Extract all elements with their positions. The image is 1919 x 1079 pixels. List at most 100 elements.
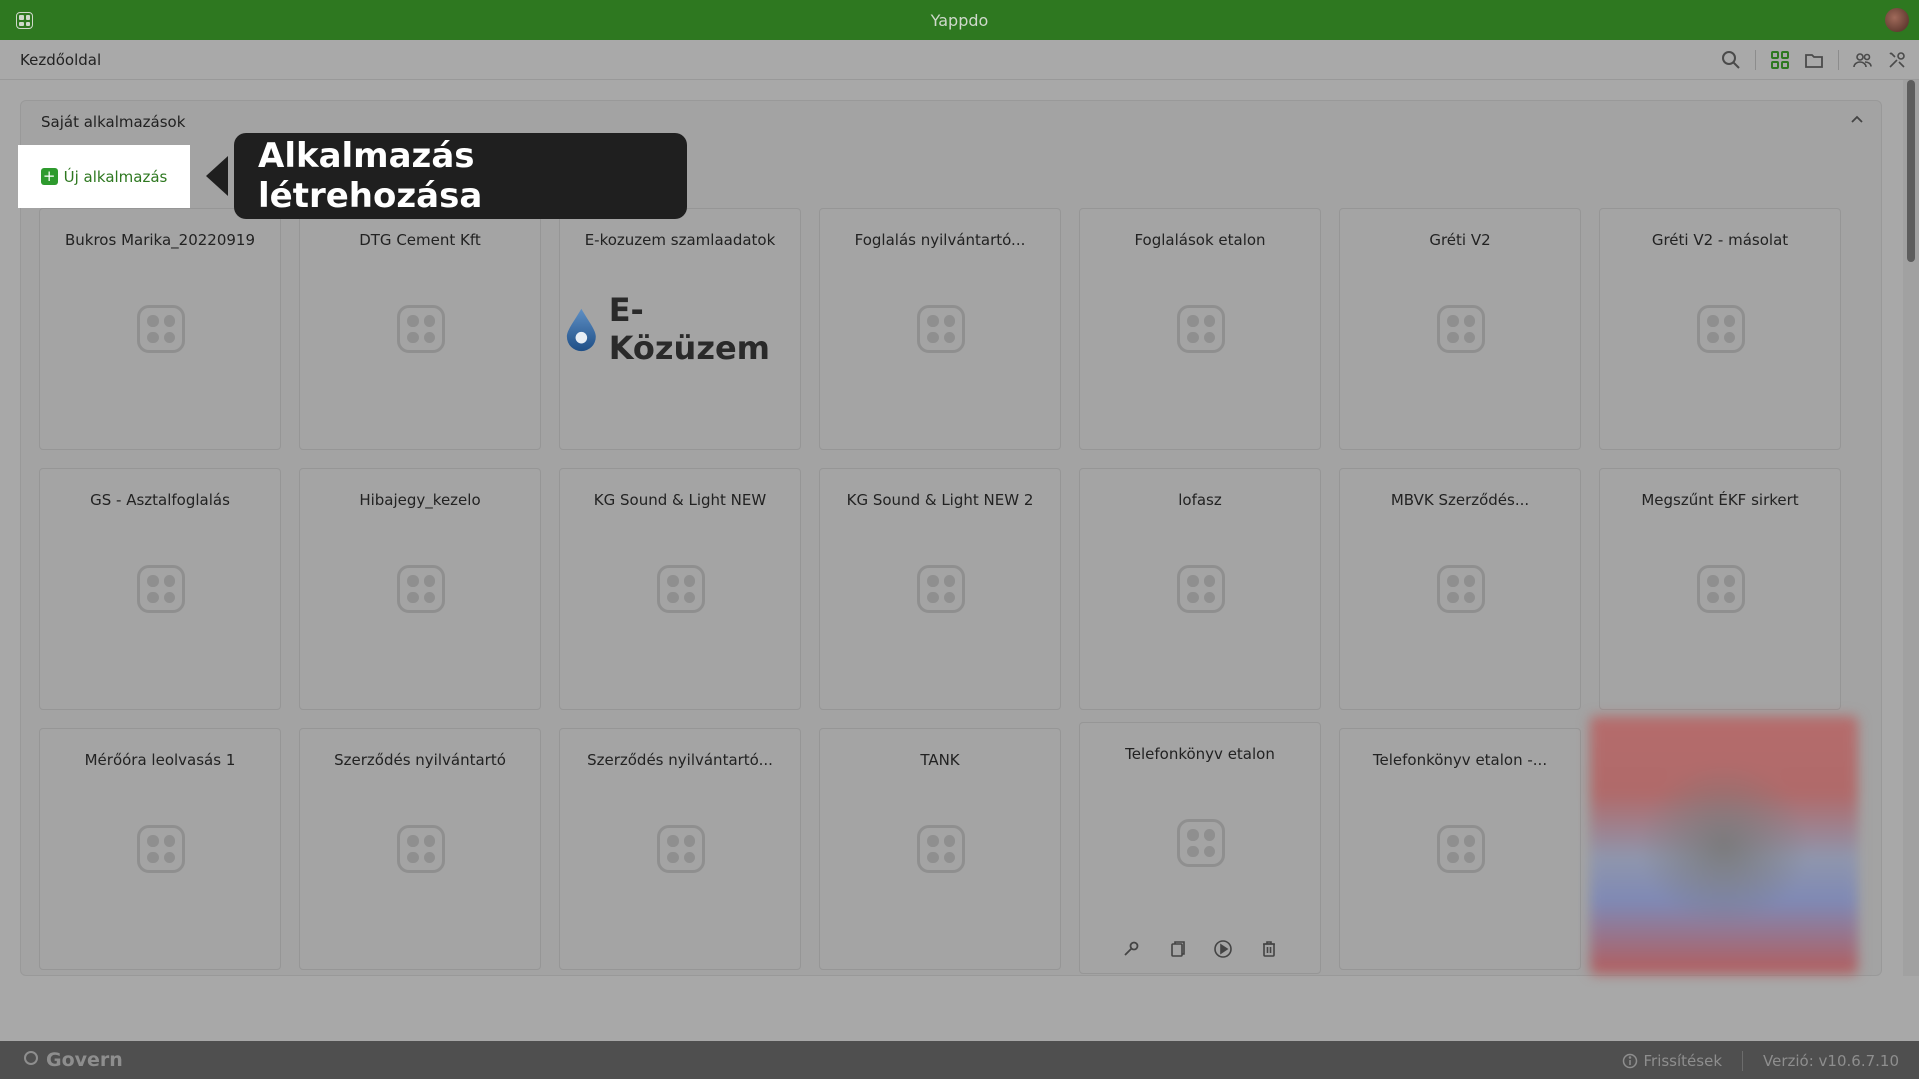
wrench-icon[interactable] [1121, 939, 1141, 959]
app-placeholder-icon [1177, 819, 1225, 867]
card-actions [1080, 939, 1320, 959]
new-app-label: Új alkalmazás [63, 167, 168, 186]
app-card[interactable]: Mérőóra leolvasás 1 [39, 728, 281, 970]
updates-label: Frissítések [1643, 1052, 1723, 1070]
search-icon[interactable] [1721, 50, 1741, 70]
tools-icon[interactable] [1887, 50, 1907, 70]
users-icon[interactable] [1853, 50, 1873, 70]
toolbar-actions [1721, 50, 1907, 70]
water-drop-icon [566, 308, 596, 352]
app-placeholder-icon [917, 565, 965, 613]
app-placeholder-icon [137, 825, 185, 873]
app-card-title: Telefonkönyv etalon [1125, 745, 1275, 763]
footer-brand: Govern [22, 1049, 123, 1072]
app-placeholder-icon [917, 305, 965, 353]
app-placeholder-icon [1437, 565, 1485, 613]
tooltip: Alkalmazás létrehozása [234, 133, 687, 219]
app-card[interactable]: Bukros Marika_20220919 [39, 208, 281, 450]
chevron-up-icon[interactable] [1849, 111, 1865, 127]
footer-separator [1742, 1051, 1744, 1071]
app-placeholder-icon [137, 565, 185, 613]
app-placeholder-icon [397, 565, 445, 613]
app-placeholder-icon [397, 825, 445, 873]
app-card-title: Szerződés nyilvántartó... [587, 751, 773, 769]
new-app-button[interactable]: + Új alkalmazás [18, 145, 190, 208]
blurred-app-thumbnail[interactable] [1590, 716, 1858, 974]
app-card[interactable]: E-kozuzem szamlaadatok E-Közüzem [559, 208, 801, 450]
app-card-title: Telefonkönyv etalon -... [1372, 751, 1548, 769]
app-card-title: Mérőóra leolvasás 1 [84, 751, 236, 769]
app-card-title: Foglalások etalon [1134, 231, 1266, 249]
footer-right: Frissítések Verzió: v10.6.7.10 [1622, 1051, 1899, 1071]
govern-logo-icon [22, 1049, 40, 1072]
app-card-title: GS - Asztalfoglalás [90, 491, 230, 509]
app-card[interactable]: Gréti V2 - másolat [1599, 208, 1841, 450]
version-label: Verzió: v10.6.7.10 [1763, 1052, 1899, 1070]
tooltip-arrow [206, 156, 228, 196]
app-card[interactable]: Foglalások etalon [1079, 208, 1321, 450]
app-card[interactable]: GS - Asztalfoglalás [39, 468, 281, 710]
app-card-title: E-kozuzem szamlaadatok [584, 231, 776, 249]
app-card-title: Megszűnt ÉKF sirkert [1641, 491, 1799, 509]
app-card-title: KG Sound & Light NEW 2 [846, 491, 1034, 509]
app-card-title: Gréti V2 - másolat [1651, 231, 1789, 249]
copy-icon[interactable] [1167, 939, 1187, 959]
play-icon[interactable] [1213, 939, 1233, 959]
app-card-title: Hibajegy_kezelo [359, 491, 481, 509]
app-card[interactable]: KG Sound & Light NEW 2 [819, 468, 1061, 710]
app-card-title: Gréti V2 [1429, 231, 1491, 249]
app-card[interactable]: Megszűnt ÉKF sirkert [1599, 468, 1841, 710]
app-grid-icon[interactable] [16, 12, 33, 29]
title-bar: Yappdo [0, 0, 1919, 40]
app-card[interactable]: Hibajegy_kezelo [299, 468, 541, 710]
app-card-title: DTG Cement Kft [359, 231, 481, 249]
app-card[interactable]: MBVK Szerződés... [1339, 468, 1581, 710]
app-placeholder-icon [397, 305, 445, 353]
app-logo-text: E-Közüzem [608, 291, 770, 367]
apps-grid-icon[interactable] [1770, 50, 1790, 70]
app-placeholder-icon [1437, 305, 1485, 353]
app-card[interactable]: DTG Cement Kft [299, 208, 541, 450]
app-placeholder-icon [657, 565, 705, 613]
user-avatar[interactable] [1885, 8, 1909, 32]
toolbar: Kezdőoldal [0, 40, 1919, 80]
app-card[interactable]: TANK [819, 728, 1061, 970]
app-placeholder-icon [1437, 825, 1485, 873]
app-placeholder-icon [657, 825, 705, 873]
app-card[interactable]: Gréti V2 [1339, 208, 1581, 450]
app-placeholder-icon [1177, 305, 1225, 353]
folder-icon[interactable] [1804, 50, 1824, 70]
window-title: Yappdo [930, 10, 989, 30]
app-card-title: lofasz [1178, 491, 1222, 509]
plus-icon: + [40, 168, 58, 185]
app-card[interactable]: Szerződés nyilvántartó... [559, 728, 801, 970]
app-logo: E-Közüzem [564, 291, 798, 367]
scrollbar[interactable] [1903, 80, 1919, 976]
app-card-title: Szerződés nyilvántartó [334, 751, 506, 769]
app-placeholder-icon [1177, 565, 1225, 613]
footer-brand-name: Govern [46, 1049, 123, 1071]
app-card-title: TANK [920, 751, 960, 769]
scrollbar-thumb[interactable] [1907, 80, 1915, 262]
app-card[interactable]: Telefonkönyv etalon -... [1339, 728, 1581, 970]
toolbar-separator [1838, 50, 1839, 70]
panel-title: Saját alkalmazások [41, 113, 186, 131]
info-icon [1622, 1053, 1637, 1069]
app-placeholder-icon [137, 305, 185, 353]
app-card-title: Bukros Marika_20220919 [64, 231, 255, 249]
app-card-title: MBVK Szerződés... [1390, 491, 1530, 509]
app-placeholder-icon [1697, 305, 1745, 353]
app-card[interactable]: KG Sound & Light NEW [559, 468, 801, 710]
footer: Govern Frissítések Verzió: v10.6.7.10 [0, 1041, 1919, 1079]
breadcrumb[interactable]: Kezdőoldal [20, 51, 101, 69]
trash-icon[interactable] [1259, 939, 1279, 959]
app-card[interactable]: lofasz [1079, 468, 1321, 710]
app-card[interactable]: Telefonkönyv etalon [1079, 722, 1321, 974]
app-placeholder-icon [1697, 565, 1745, 613]
app-placeholder-icon [917, 825, 965, 873]
app-card[interactable]: Foglalás nyilvántartó... [819, 208, 1061, 450]
updates-link[interactable]: Frissítések [1622, 1052, 1723, 1070]
toolbar-separator [1755, 50, 1756, 70]
app-card[interactable]: Szerződés nyilvántartó [299, 728, 541, 970]
app-card-title: KG Sound & Light NEW [593, 491, 767, 509]
